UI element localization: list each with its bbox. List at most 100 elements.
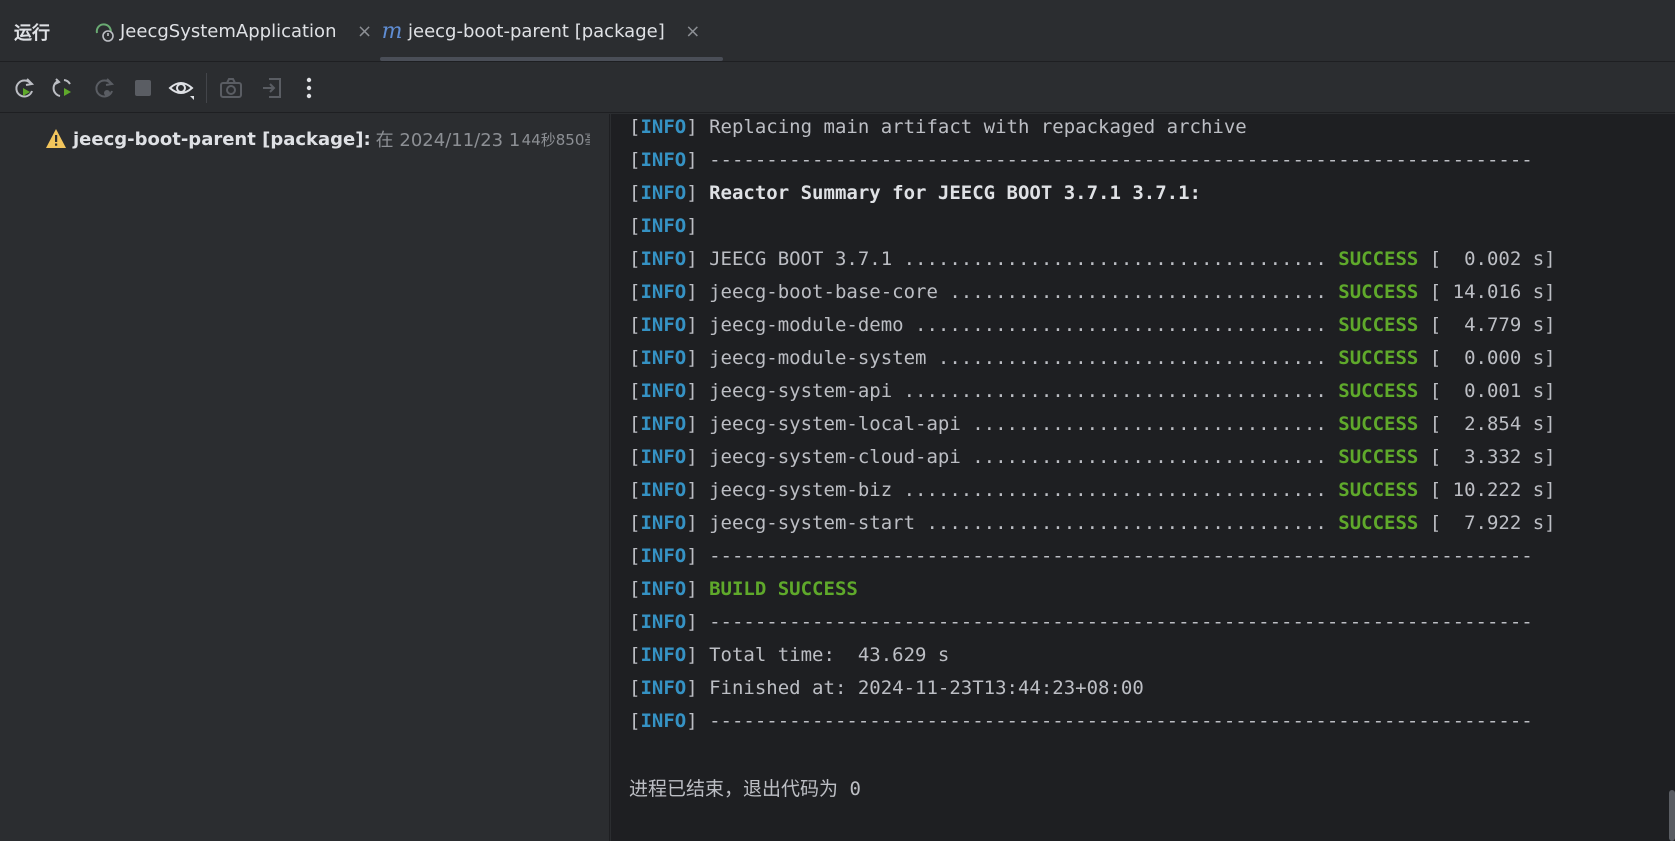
console-line: [INFO] jeecg-system-local-api ..........… — [629, 411, 1556, 444]
log-tag-close: ] — [686, 611, 698, 633]
console-line: [INFO] jeecg-module-demo ...............… — [629, 312, 1556, 345]
log-message: Replacing main artifact with repackaged … — [697, 116, 1247, 138]
module-build-time: [ 14.016 s] — [1418, 281, 1556, 303]
rerun-failed-icon[interactable] — [51, 75, 77, 101]
module-status: SUCCESS — [1338, 380, 1419, 402]
log-level-info: INFO — [640, 611, 687, 633]
process-exit-message: 进程已结束，退出代码为 0 — [629, 778, 861, 800]
log-tag-open: [ — [629, 677, 641, 699]
reactor-module-name: jeecg-system-biz .......................… — [697, 479, 1339, 501]
log-tag-close: ] — [686, 677, 698, 699]
log-tag-open: [ — [629, 149, 641, 171]
log-tag-close: ] — [686, 578, 698, 600]
console-line: [INFO] JEECG BOOT 3.7.1 ................… — [629, 246, 1556, 279]
log-tag-close: ] — [686, 347, 698, 369]
log-level-info: INFO — [640, 248, 687, 270]
log-tag-open: [ — [629, 347, 641, 369]
console-line: [INFO] jeecg-module-system .............… — [629, 345, 1556, 378]
console-output[interactable]: [INFO] Replacing main artifact with repa… — [611, 114, 1675, 841]
log-level-info: INFO — [640, 578, 687, 600]
show-options-icon[interactable] — [168, 75, 194, 101]
log-tag-close: ] — [686, 644, 698, 666]
tree-item-build[interactable]: jeecg-boot-parent [package]: 在 2024/11/2… — [45, 126, 590, 152]
log-message: Finished at: 2024-11-23T13:44:23+08:00 — [697, 677, 1144, 699]
stop-icon[interactable] — [130, 75, 156, 101]
console-line: [INFO] — [629, 213, 1556, 246]
log-level-info: INFO — [640, 446, 687, 468]
module-build-time: [ 2.854 s] — [1418, 413, 1556, 435]
reactor-module-name: JEECG BOOT 3.7.1 .......................… — [697, 248, 1339, 270]
log-tag-close: ] — [686, 182, 698, 204]
log-level-info: INFO — [640, 149, 687, 171]
reactor-module-name: jeecg-system-api .......................… — [697, 380, 1339, 402]
module-status: SUCCESS — [1338, 413, 1419, 435]
log-tag-open: [ — [629, 545, 641, 567]
spring-boot-run-icon — [92, 19, 116, 43]
log-message: Total time: 43.629 s — [697, 644, 950, 666]
log-tag-close: ] — [686, 248, 698, 270]
rerun-icon[interactable] — [12, 75, 38, 101]
module-status: SUCCESS — [1338, 314, 1419, 336]
log-tag-open: [ — [629, 710, 641, 732]
console-lines: [INFO] Replacing main artifact with repa… — [629, 114, 1556, 741]
tab-label: jeecg-boot-parent [package] — [408, 20, 665, 42]
log-tag-open: [ — [629, 182, 641, 204]
reactor-module-name: jeecg-system-cloud-api .................… — [697, 446, 1339, 468]
log-level-info: INFO — [640, 347, 687, 369]
warning-icon — [46, 129, 66, 148]
log-level-info: INFO — [640, 116, 687, 138]
log-tag-open: [ — [629, 644, 641, 666]
log-tag-open: [ — [629, 413, 641, 435]
log-tag-open: [ — [629, 446, 641, 468]
log-level-info: INFO — [640, 380, 687, 402]
log-tag-open: [ — [629, 248, 641, 270]
console-line: [INFO] jeecg-system-cloud-api ..........… — [629, 444, 1556, 477]
tab-jeecg-boot-parent-package[interactable]: m jeecg-boot-parent [package] × — [380, 0, 723, 62]
log-tag-open: [ — [629, 380, 641, 402]
console-line: [INFO] ---------------------------------… — [629, 708, 1556, 741]
console-line: [INFO] ---------------------------------… — [629, 609, 1556, 642]
console-line: [INFO] jeecg-boot-base-core ............… — [629, 279, 1556, 312]
module-status: SUCCESS — [1338, 347, 1419, 369]
log-tag-open: [ — [629, 512, 641, 534]
more-icon[interactable] — [296, 75, 322, 101]
log-tag-close: ] — [686, 512, 698, 534]
tab-label: JeecgSystemApplication — [120, 20, 337, 42]
console-line: [INFO] jeecg-system-start ..............… — [629, 510, 1556, 543]
console-line: [INFO] Total time: 43.629 s — [629, 642, 1556, 675]
reactor-module-name: jeecg-module-system ....................… — [697, 347, 1339, 369]
tree-item-duration: 44秒850毫秒 — [521, 130, 590, 149]
log-level-info: INFO — [640, 512, 687, 534]
module-build-time: [ 7.922 s] — [1418, 512, 1556, 534]
module-build-time: [ 0.001 s] — [1418, 380, 1556, 402]
console-line: [INFO] Replacing main artifact with repa… — [629, 114, 1556, 147]
maven-icon: m — [381, 18, 403, 44]
log-tag-close: ] — [686, 215, 698, 237]
tree-item-name: jeecg-boot-parent [package]: — [73, 128, 371, 150]
log-tag-open: [ — [629, 215, 641, 237]
log-level-info: INFO — [640, 314, 687, 336]
restart-icon[interactable] — [92, 75, 118, 101]
screenshot-icon[interactable] — [218, 75, 244, 101]
log-message: Reactor Summary for JEECG BOOT 3.7.1 3.7… — [697, 182, 1201, 204]
vertical-scrollbar[interactable] — [1669, 790, 1675, 841]
run-tree-panel: jeecg-boot-parent [package]: 在 2024/11/2… — [0, 114, 610, 841]
close-icon[interactable]: × — [685, 21, 701, 42]
log-tag-open: [ — [629, 479, 641, 501]
run-tool-window-header: 运行 JeecgSystemApplication × m jeecg-boot… — [0, 0, 1675, 62]
tree-item-time: 在 2024/11/23 13:44 — [375, 130, 520, 151]
module-status: SUCCESS — [1338, 479, 1419, 501]
tab-jeecg-system-application[interactable]: JeecgSystemApplication × — [92, 0, 372, 62]
log-tag-close: ] — [686, 413, 698, 435]
module-status: SUCCESS — [1338, 248, 1419, 270]
log-level-info: INFO — [640, 644, 687, 666]
log-tag-open: [ — [629, 281, 641, 303]
log-level-info: INFO — [640, 545, 687, 567]
console-line: [INFO] jeecg-system-api ................… — [629, 378, 1556, 411]
log-message: ----------------------------------------… — [697, 611, 1533, 633]
log-message: ----------------------------------------… — [697, 545, 1533, 567]
log-tag-close: ] — [686, 314, 698, 336]
exit-icon[interactable] — [259, 75, 285, 101]
close-icon[interactable]: × — [356, 21, 372, 42]
log-tag-open: [ — [629, 578, 641, 600]
